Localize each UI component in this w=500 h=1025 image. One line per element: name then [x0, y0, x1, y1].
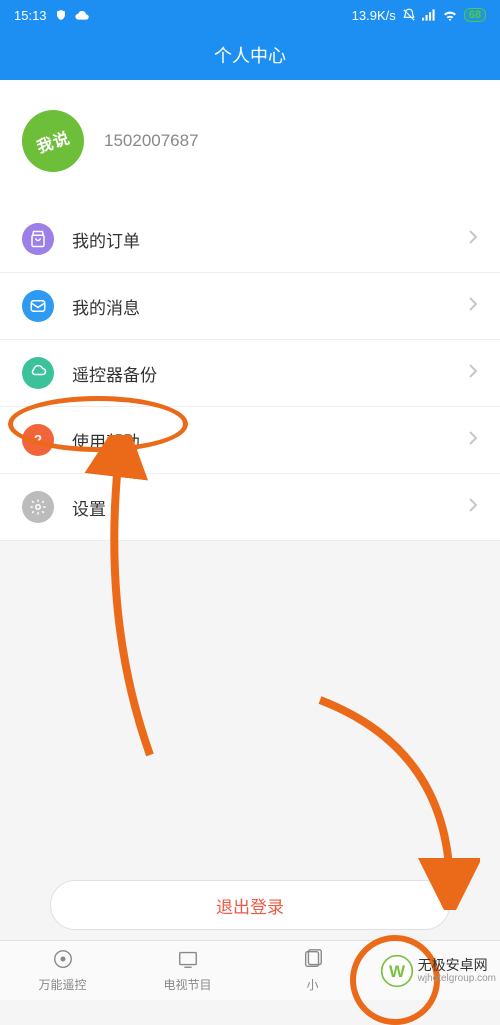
tab-third[interactable]: 小	[250, 941, 375, 1000]
signal-icon	[422, 9, 436, 21]
battery-indicator: 68	[464, 8, 486, 22]
chevron-right-icon	[468, 296, 478, 317]
watermark-logo-icon: W	[380, 954, 414, 988]
avatar[interactable]: 我说	[22, 110, 84, 172]
tab-tv[interactable]: 电视节目	[125, 941, 250, 1000]
avatar-text: 我说	[33, 124, 73, 157]
watermark: W 无极安卓网 wjhotelgroup.com	[380, 954, 496, 988]
menu-label: 设置	[72, 495, 450, 520]
watermark-cn: 无极安卓网	[418, 958, 496, 973]
remote-icon	[52, 948, 74, 973]
status-time: 15:13	[14, 8, 47, 23]
menu-item-help[interactable]: ? 使用帮助	[0, 407, 500, 474]
menu-label: 遥控器备份	[72, 361, 450, 386]
user-id: 1502007687	[104, 131, 199, 151]
chevron-right-icon	[468, 497, 478, 518]
chevron-right-icon	[468, 229, 478, 250]
tab-label: 电视节目	[163, 976, 211, 993]
svg-text:?: ?	[34, 433, 42, 448]
orders-icon	[22, 223, 54, 255]
help-icon: ?	[22, 424, 54, 456]
logout-button[interactable]: 退出登录	[50, 880, 450, 930]
page-header: 个人中心	[0, 30, 500, 80]
menu-item-orders[interactable]: 我的订单	[0, 206, 500, 273]
menu-item-backup[interactable]: 遥控器备份	[0, 340, 500, 407]
settings-icon	[22, 491, 54, 523]
tab-label: 小	[306, 976, 318, 993]
wifi-icon	[442, 9, 458, 21]
menu-item-settings[interactable]: 设置	[0, 474, 500, 541]
watermark-en: wjhotelgroup.com	[418, 973, 496, 984]
message-icon	[22, 290, 54, 322]
cloud-icon	[22, 357, 54, 389]
mute-icon	[402, 8, 416, 22]
tv-icon	[177, 948, 199, 973]
card-icon	[302, 948, 324, 973]
status-speed: 13.9K/s	[352, 8, 396, 23]
shield-icon	[55, 9, 67, 21]
menu-list: 我的订单 我的消息 遥控器备份 ?	[0, 206, 500, 541]
cloud-status-icon	[75, 10, 89, 20]
tab-label: 万能遥控	[38, 976, 86, 993]
status-bar: 15:13 13.9K/s 68	[0, 0, 500, 30]
chevron-right-icon	[468, 363, 478, 384]
menu-label: 我的订单	[72, 227, 450, 252]
annotation-arrow-2	[300, 690, 480, 910]
menu-label: 使用帮助	[72, 428, 450, 453]
profile-section[interactable]: 我说 1502007687	[0, 80, 500, 206]
chevron-right-icon	[468, 430, 478, 451]
menu-item-messages[interactable]: 我的消息	[0, 273, 500, 340]
svg-text:W: W	[389, 962, 406, 981]
page-title: 个人中心	[214, 42, 286, 68]
tab-remote[interactable]: 万能遥控	[0, 941, 125, 1000]
menu-label: 我的消息	[72, 294, 450, 319]
